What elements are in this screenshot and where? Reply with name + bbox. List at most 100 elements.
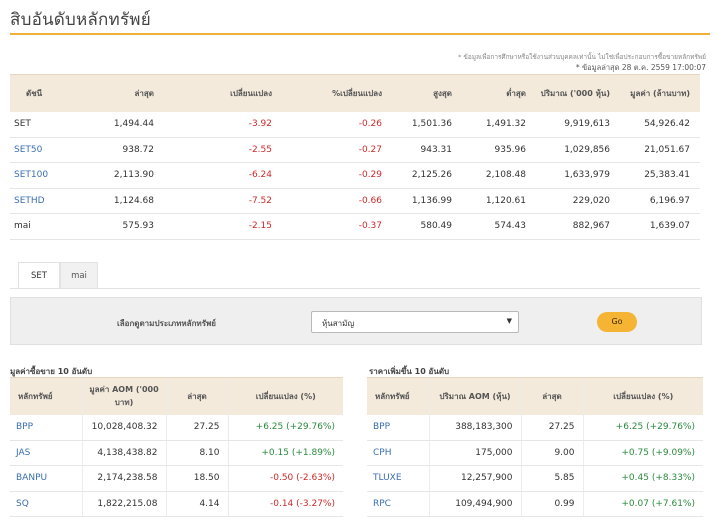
security-type-select[interactable]: หุ้นสามัญ ▼ — [311, 311, 519, 333]
index-table-header: ดัชนี ล่าสุด เปลี่ยนแปลง %เปลี่ยนแปลง สู… — [10, 74, 700, 112]
aom-volume: 109,494,900 — [428, 491, 521, 517]
security-type-filter: เลือกดูตามประเภทหลักทรัพย์ หุ้นสามัญ ▼ G… — [10, 297, 702, 345]
symbol-link[interactable]: SQ — [10, 491, 82, 517]
index-name: mai — [10, 213, 88, 240]
price-change: +6.25 (+29.76%) — [582, 414, 703, 441]
col-header-last[interactable]: ล่าสุด — [88, 74, 164, 112]
aom-value: 1,822,215.08 — [81, 491, 166, 517]
price-change: -0.50 (-2.63%) — [227, 465, 343, 492]
last-updated-note: * ข้อมูลล่าสุด 28 ต.ค. 2559 17:00:07 — [575, 63, 706, 72]
index-high: 1,136.99 — [392, 188, 462, 214]
index-high: 1,501.36 — [392, 111, 462, 138]
last-price: 9.00 — [520, 440, 583, 466]
price-change: +6.25 (+29.76%) — [227, 414, 343, 441]
tab-set[interactable]: SET — [18, 262, 60, 288]
disclaimer-note: * ข้อมูลเพื่อการศึกษาหรือใช้งานส่วนบุคคล… — [458, 53, 706, 61]
symbol-link[interactable]: RPC — [367, 491, 429, 517]
index-value: 6,196.97 — [620, 188, 700, 214]
index-change: -2.55 — [164, 137, 282, 163]
col-header-change[interactable]: เปลี่ยนแปลง (%) — [582, 377, 703, 415]
index-volume: 229,020 — [536, 188, 620, 214]
aom-volume: 388,183,300 — [428, 414, 521, 441]
index-low: 1,120.61 — [462, 188, 536, 214]
last-price: 4.14 — [165, 491, 228, 517]
market-tabs: SET mai — [18, 262, 98, 288]
last-price: 5.85 — [520, 465, 583, 492]
index-name-link[interactable]: SET100 — [10, 162, 88, 189]
last-price: 27.25 — [165, 414, 228, 441]
col-header-value[interactable]: มูลค่า (ล้านบาท) — [620, 74, 700, 112]
index-name-link[interactable]: SETHD — [10, 188, 88, 214]
table-row: BPP 10,028,408.32 27.25 +6.25 (+29.76%) — [10, 414, 343, 441]
symbol-link[interactable]: BANPU — [10, 465, 82, 492]
col-header-last[interactable]: ล่าสุด — [165, 377, 228, 415]
index-value: 25,383.41 — [620, 162, 700, 189]
price-change: +0.07 (+7.61%) — [582, 491, 703, 517]
table-row: JAS 4,138,438.82 8.10 +0.15 (+1.89%) — [10, 440, 343, 466]
col-header-index[interactable]: ดัชนี — [10, 74, 88, 112]
tab-mai[interactable]: mai — [60, 262, 98, 288]
table-row: RPC 109,494,900 0.99 +0.07 (+7.61%) — [367, 491, 703, 517]
select-value: หุ้นสามัญ — [322, 319, 355, 328]
index-low: 574.43 — [462, 213, 536, 240]
symbol-link[interactable]: CPH — [367, 440, 429, 466]
last-price: 0.99 — [520, 491, 583, 517]
filter-label: เลือกดูตามประเภทหลักทรัพย์ — [117, 319, 216, 328]
col-header-volume[interactable]: ปริมาณ ('000 หุ้น) — [536, 74, 620, 112]
aom-value: 10,028,408.32 — [81, 414, 166, 441]
aom-volume: 175,000 — [428, 440, 521, 466]
col-header-pct-change[interactable]: %เปลี่ยนแปลง — [282, 74, 392, 112]
index-value: 54,926.42 — [620, 111, 700, 138]
symbol-link[interactable]: JAS — [10, 440, 82, 466]
index-change: -2.15 — [164, 213, 282, 240]
table-row: SET 1,494.44 -3.92 -0.26 1,501.36 1,491.… — [10, 111, 700, 138]
index-name-link[interactable]: SET50 — [10, 137, 88, 163]
index-pct: -0.37 — [282, 213, 392, 240]
index-pct: -0.27 — [282, 137, 392, 163]
aom-value: 2,174,238.58 — [81, 465, 166, 492]
col-header-change[interactable]: เปลี่ยนแปลง — [164, 74, 282, 112]
col-header-aom-volume[interactable]: ปริมาณ AOM (หุ้น) — [428, 377, 521, 415]
price-change: +0.15 (+1.89%) — [227, 440, 343, 466]
col-header-change[interactable]: เปลี่ยนแปลง (%) — [227, 377, 343, 415]
col-header-symbol[interactable]: หลักทรัพย์ — [367, 377, 429, 415]
dropdown-arrow-icon: ▼ — [506, 317, 512, 325]
price-change: +0.75 (+9.09%) — [582, 440, 703, 466]
aom-value: 4,138,438.82 — [81, 440, 166, 466]
index-low: 2,108.48 — [462, 162, 536, 189]
index-last: 1,124.68 — [88, 188, 164, 214]
index-low: 935.96 — [462, 137, 536, 163]
index-high: 580.49 — [392, 213, 462, 240]
index-value: 21,051.67 — [620, 137, 700, 163]
symbol-link[interactable]: TLUXE — [367, 465, 429, 492]
col-header-symbol[interactable]: หลักทรัพย์ — [10, 377, 82, 415]
table-row: SETHD 1,124.68 -7.52 -0.66 1,136.99 1,12… — [10, 188, 700, 214]
index-pct: -0.26 — [282, 111, 392, 138]
col-header-low[interactable]: ต่ำสุด — [462, 74, 536, 112]
title-divider — [10, 33, 710, 35]
table-row: SET100 2,113.90 -6.24 -0.29 2,125.26 2,1… — [10, 162, 700, 189]
index-last: 2,113.90 — [88, 162, 164, 189]
index-table: ดัชนี ล่าสุด เปลี่ยนแปลง %เปลี่ยนแปลง สู… — [10, 74, 700, 240]
index-high: 943.31 — [392, 137, 462, 163]
page-title: สิบอันดับหลักทรัพย์ — [10, 10, 151, 30]
symbol-link[interactable]: BPP — [10, 414, 82, 441]
table-row: BPP 388,183,300 27.25 +6.25 (+29.76%) — [367, 414, 703, 441]
col-header-high[interactable]: สูงสุด — [392, 74, 462, 112]
index-value: 1,639.07 — [620, 213, 700, 240]
index-pct: -0.66 — [282, 188, 392, 214]
table-row: SQ 1,822,215.08 4.14 -0.14 (-3.27%) — [10, 491, 343, 517]
aom-volume: 12,257,900 — [428, 465, 521, 492]
last-price: 18.50 — [165, 465, 228, 492]
col-header-last[interactable]: ล่าสุด — [520, 377, 583, 415]
index-volume: 1,633,979 — [536, 162, 620, 189]
index-pct: -0.29 — [282, 162, 392, 189]
index-last: 575.93 — [88, 213, 164, 240]
col-header-aom-value[interactable]: มูลค่า AOM ('000 บาท) — [81, 377, 166, 415]
go-button[interactable]: Go — [597, 312, 637, 332]
last-price: 8.10 — [165, 440, 228, 466]
price-change: -0.14 (-3.27%) — [227, 491, 343, 517]
top-gainers-table: หลักทรัพย์ ปริมาณ AOM (หุ้น) ล่าสุด เปลี… — [367, 377, 703, 517]
index-name: SET — [10, 111, 88, 138]
symbol-link[interactable]: BPP — [367, 414, 429, 441]
